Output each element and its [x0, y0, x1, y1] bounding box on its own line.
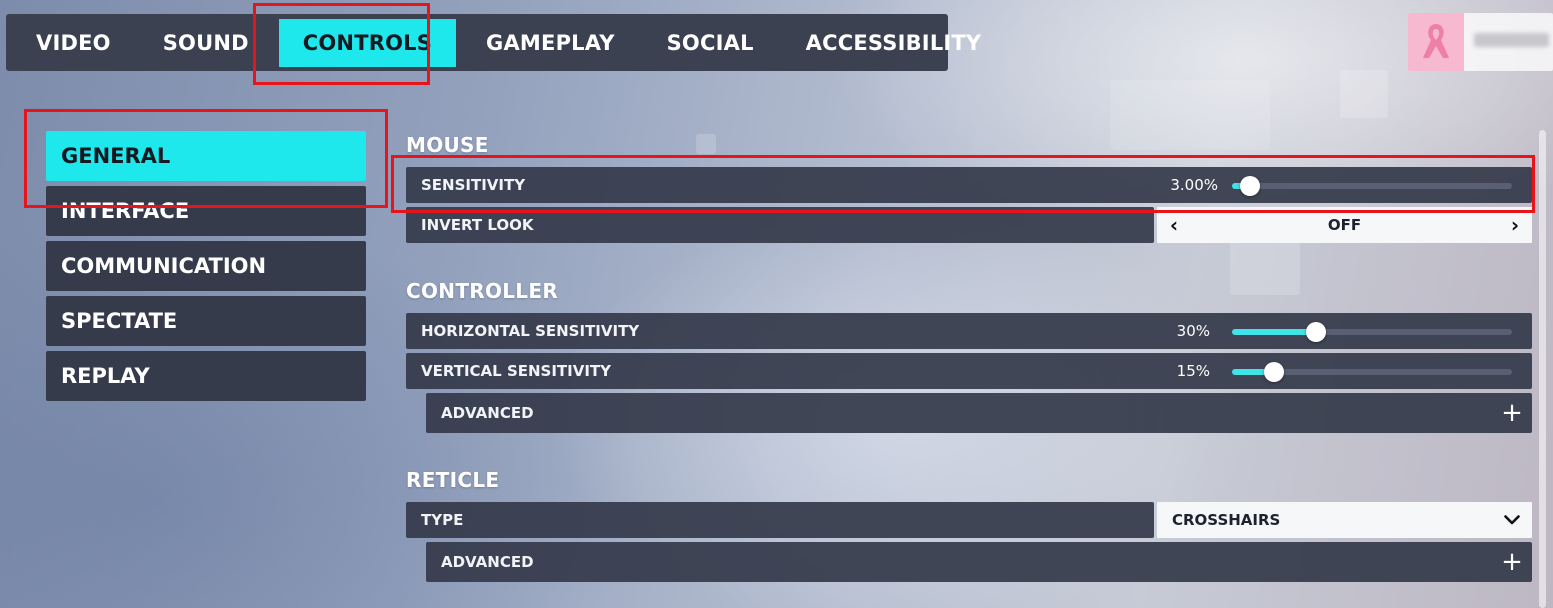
background-decoration	[1230, 240, 1300, 295]
mouse-sensitivity-slider[interactable]	[1232, 176, 1512, 196]
mouse-sensitivity-row: SENSITIVITY 3.00%	[406, 167, 1532, 203]
settings-tab-bar: VIDEO SOUND CONTROLS GAMEPLAY SOCIAL ACC…	[6, 14, 981, 71]
vertical-sensitivity-label: VERTICAL SENSITIVITY	[421, 362, 612, 380]
sidebar-item-spectate[interactable]: SPECTATE	[46, 296, 366, 346]
background-decoration	[1110, 80, 1270, 150]
sidebar-item-communication[interactable]: COMMUNICATION	[46, 241, 366, 291]
reticle-advanced-label: ADVANCED	[441, 553, 534, 571]
slider-handle[interactable]	[1240, 176, 1260, 196]
player-profile[interactable]	[1408, 13, 1553, 71]
tab-accessibility[interactable]: ACCESSIBILITY	[780, 19, 1008, 67]
reticle-type-value: CROSSHAIRS	[1172, 511, 1281, 529]
controller-advanced-row[interactable]: ADVANCED +	[426, 393, 1532, 433]
sidebar-item-interface[interactable]: INTERFACE	[46, 186, 366, 236]
vertical-sensitivity-slider[interactable]	[1232, 362, 1512, 382]
chevron-down-icon[interactable]	[1504, 515, 1520, 525]
mouse-sensitivity-value: 3.00%	[1170, 176, 1218, 194]
reticle-type-dropdown[interactable]: CROSSHAIRS	[1157, 502, 1532, 538]
sidebar-item-replay[interactable]: REPLAY	[46, 351, 366, 401]
section-title-controller: CONTROLLER	[406, 279, 559, 303]
invert-look-row: INVERT LOOK	[406, 207, 1154, 243]
scrollbar[interactable]	[1539, 130, 1546, 608]
controller-advanced-label: ADVANCED	[441, 404, 534, 422]
slider-fill	[1232, 329, 1316, 335]
expand-plus-icon[interactable]: +	[1501, 393, 1523, 433]
expand-plus-icon[interactable]: +	[1501, 542, 1523, 582]
horizontal-sensitivity-value: 30%	[1176, 322, 1210, 340]
invert-look-label: INVERT LOOK	[421, 216, 534, 234]
invert-look-value: OFF	[1327, 216, 1362, 234]
reticle-type-row: TYPE	[406, 502, 1154, 538]
reticle-advanced-row[interactable]: ADVANCED +	[426, 542, 1532, 582]
tab-sound[interactable]: SOUND	[137, 19, 275, 67]
vertical-sensitivity-value: 15%	[1176, 362, 1210, 380]
tab-social[interactable]: SOCIAL	[641, 19, 780, 67]
chevron-right-icon[interactable]: ›	[1503, 207, 1527, 243]
controls-sidebar: GENERAL INTERFACE COMMUNICATION SPECTATE…	[46, 131, 366, 406]
reticle-type-label: TYPE	[421, 511, 464, 529]
tab-gameplay[interactable]: GAMEPLAY	[460, 19, 641, 67]
invert-look-selector[interactable]: ‹ OFF ›	[1157, 207, 1532, 243]
horizontal-sensitivity-row: HORIZONTAL SENSITIVITY 30%	[406, 313, 1532, 349]
tab-video[interactable]: VIDEO	[6, 19, 137, 67]
vertical-sensitivity-row: VERTICAL SENSITIVITY 15%	[406, 353, 1532, 389]
ribbon-icon	[1423, 24, 1449, 58]
mouse-sensitivity-label: SENSITIVITY	[421, 176, 526, 194]
section-title-reticle: RETICLE	[406, 468, 500, 492]
horizontal-sensitivity-slider[interactable]	[1232, 322, 1512, 342]
player-name-blurred	[1474, 33, 1549, 47]
tab-controls[interactable]: CONTROLS	[278, 18, 457, 67]
slider-handle[interactable]	[1306, 322, 1326, 342]
section-title-mouse: MOUSE	[406, 133, 489, 157]
avatar	[1408, 13, 1464, 71]
sidebar-item-general[interactable]: GENERAL	[46, 131, 366, 181]
horizontal-sensitivity-label: HORIZONTAL SENSITIVITY	[421, 322, 640, 340]
slider-handle[interactable]	[1264, 362, 1284, 382]
background-decoration	[696, 134, 716, 154]
background-decoration	[1340, 70, 1388, 118]
